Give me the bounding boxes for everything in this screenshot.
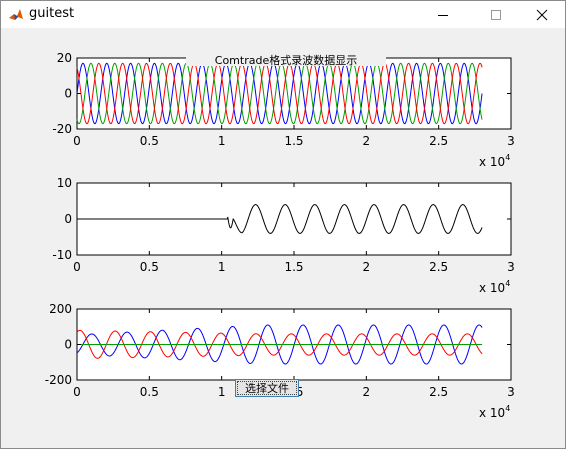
y-tick-label: -20: [52, 122, 72, 136]
x-tick-label: 0.5: [140, 260, 159, 274]
select-file-button[interactable]: 选择文件: [235, 379, 299, 397]
x-multiplier-label: x 104: [479, 404, 510, 420]
y-tick-label: 0: [64, 87, 72, 101]
axes-2: 0 0.5 1 1.5 2 2.5 3100-10x 104: [52, 176, 514, 295]
x-tick-label: 0.5: [140, 134, 159, 148]
x-tick-label: 1.5: [284, 134, 303, 148]
x-tick-label: 2.5: [429, 260, 448, 274]
x-tick-label: 0.5: [140, 385, 159, 399]
figure-title: Comtrade格式录波数据显示: [215, 53, 357, 67]
x-tick-label: 2: [363, 134, 371, 148]
x-tick-label: 0: [73, 260, 81, 274]
y-tick-label: 0: [64, 212, 72, 226]
y-tick-label: 200: [49, 302, 72, 316]
y-tick-label: 0: [64, 338, 72, 352]
x-tick-label: 0: [73, 134, 81, 148]
y-tick-label: -10: [52, 248, 72, 262]
y-tick-label: 20: [57, 51, 72, 65]
x-tick-label: 3: [507, 134, 515, 148]
x-tick-label: 1: [218, 260, 226, 274]
axes-3: 00.511.522.532000-200x 104: [45, 302, 515, 420]
x-multiplier-label: x 104: [479, 279, 510, 295]
x-tick-label: 2: [363, 385, 371, 399]
x-tick-label: 1: [218, 134, 226, 148]
y-tick-label: 10: [57, 176, 72, 190]
x-tick-label: 2: [363, 260, 371, 274]
x-multiplier-label: x 104: [479, 153, 510, 169]
x-tick-label: 0: [73, 385, 81, 399]
x-tick-label: 2.5: [429, 385, 448, 399]
x-tick-label: 1.5: [284, 260, 303, 274]
x-tick-label: 3: [507, 385, 515, 399]
axes-1: 0 0.5 1 1.5 2 2.5 3200-20x 104Comtrade格式录波数据显示: [52, 51, 514, 169]
x-tick-label: 2.5: [429, 134, 448, 148]
y-tick-label: -200: [45, 373, 72, 387]
x-tick-label: 1: [218, 385, 226, 399]
x-tick-label: 3: [507, 260, 515, 274]
